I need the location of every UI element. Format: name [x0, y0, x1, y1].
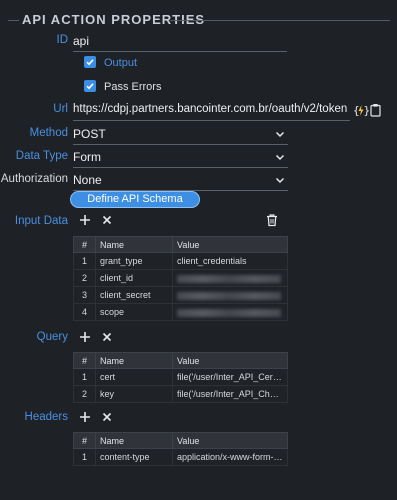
plus-icon[interactable]: [78, 330, 92, 344]
row-number: 2: [73, 269, 96, 287]
define-api-schema-button[interactable]: Define API Schema: [70, 191, 200, 208]
redacted-value: [177, 308, 281, 317]
check-icon: [86, 59, 94, 66]
table-header-row: # Name Value: [73, 432, 288, 449]
data-type-value: Form: [73, 150, 101, 164]
row-value[interactable]: client_credentials: [172, 252, 288, 270]
redacted-value: [177, 274, 281, 283]
row-number: 2: [73, 385, 96, 403]
lightning-braces-icon[interactable]: { }: [353, 103, 369, 118]
method-label: Method: [29, 127, 68, 139]
row-name[interactable]: grant_type: [95, 252, 173, 270]
input-data-table: # Name Value 1 grant_type client_credent…: [73, 236, 288, 321]
column-header: #: [73, 236, 96, 253]
data-type-select[interactable]: Form: [73, 147, 288, 168]
id-row: ID api: [0, 31, 397, 53]
authorization-value: None: [73, 173, 102, 187]
column-header: Name: [95, 432, 173, 449]
plus-icon[interactable]: [78, 213, 92, 227]
method-value: POST: [73, 127, 106, 141]
divider: [8, 20, 19, 21]
row-number: 3: [73, 286, 96, 304]
row-number: 1: [73, 448, 96, 466]
query-label: Query: [36, 331, 68, 343]
column-header: Value: [172, 236, 288, 253]
row-number: 1: [73, 368, 96, 386]
section-header: API ACTION PROPERTIES: [0, 10, 397, 30]
row-value[interactable]: file('/user/Inter_API_Chave....: [172, 385, 288, 403]
url-label: Url: [53, 103, 68, 115]
pass-errors-label: Pass Errors: [104, 81, 162, 93]
chevron-down-icon: [275, 131, 285, 138]
column-header: Name: [95, 352, 173, 369]
table-row[interactable]: 2 key file('/user/Inter_API_Chave....: [73, 385, 288, 403]
row-value-redacted[interactable]: [172, 286, 288, 304]
data-type-label: Data Type: [15, 150, 68, 162]
method-row: Method POST: [0, 124, 397, 146]
headers-label: Headers: [24, 411, 68, 423]
url-input[interactable]: https://cdpj.partners.bancointer.com.br/…: [73, 100, 350, 121]
query-table: # Name Value 1 cert file('/user/Inter_AP…: [73, 352, 288, 403]
authorization-select[interactable]: None: [73, 170, 288, 191]
close-icon[interactable]: [100, 410, 114, 424]
table-header-row: # Name Value: [73, 236, 288, 253]
row-number: 4: [73, 303, 96, 321]
input-data-label: Input Data: [14, 215, 68, 227]
table-row[interactable]: 3 client_secret: [73, 286, 288, 304]
row-name[interactable]: content-type: [95, 448, 173, 466]
row-name[interactable]: client_id: [95, 269, 173, 287]
column-header: #: [73, 432, 96, 449]
id-input[interactable]: api: [73, 31, 287, 52]
row-name[interactable]: cert: [95, 368, 173, 386]
check-icon: [86, 83, 94, 90]
url-row: Url https://cdpj.partners.bancointer.com…: [0, 100, 397, 122]
row-value-redacted[interactable]: [172, 303, 288, 321]
column-header: Value: [172, 432, 288, 449]
table-header-row: # Name Value: [73, 352, 288, 369]
plus-icon[interactable]: [78, 410, 92, 424]
svg-text:}: }: [364, 104, 370, 117]
authorization-row: Authorization None: [0, 170, 397, 192]
chevron-down-icon: [275, 154, 285, 161]
table-row[interactable]: 1 cert file('/user/Inter_API_Certific...: [73, 368, 288, 386]
table-row[interactable]: 1 grant_type client_credentials: [73, 252, 288, 270]
table-row[interactable]: 4 scope: [73, 303, 288, 321]
close-icon[interactable]: [100, 213, 114, 227]
divider: [170, 20, 390, 21]
svg-text:{: {: [353, 104, 360, 117]
column-header: #: [73, 352, 96, 369]
output-checkbox[interactable]: [84, 56, 96, 68]
chevron-down-icon: [275, 177, 285, 184]
method-select[interactable]: POST: [73, 124, 288, 145]
row-name[interactable]: client_secret: [95, 286, 173, 304]
row-number: 1: [73, 252, 96, 270]
row-name[interactable]: key: [95, 385, 173, 403]
authorization-label: Authorization: [0, 173, 68, 185]
column-header: Name: [95, 236, 173, 253]
id-label: ID: [56, 34, 69, 46]
trash-icon[interactable]: [265, 213, 279, 227]
column-header: Value: [172, 352, 288, 369]
row-name[interactable]: scope: [95, 303, 173, 321]
table-row[interactable]: 1 content-type application/x-www-form-ur…: [73, 448, 288, 466]
row-value-redacted[interactable]: [172, 269, 288, 287]
clipboard-icon[interactable]: [370, 103, 381, 117]
headers-table: # Name Value 1 content-type application/…: [73, 432, 288, 466]
close-icon[interactable]: [100, 330, 114, 344]
row-value[interactable]: file('/user/Inter_API_Certific...: [172, 368, 288, 386]
redacted-value: [177, 291, 281, 300]
table-row[interactable]: 2 client_id: [73, 269, 288, 287]
pass-errors-checkbox[interactable]: [84, 80, 96, 92]
row-value[interactable]: application/x-www-form-urle...: [172, 448, 288, 466]
data-type-row: Data Type Form: [0, 147, 397, 169]
output-label: Output: [104, 57, 138, 69]
